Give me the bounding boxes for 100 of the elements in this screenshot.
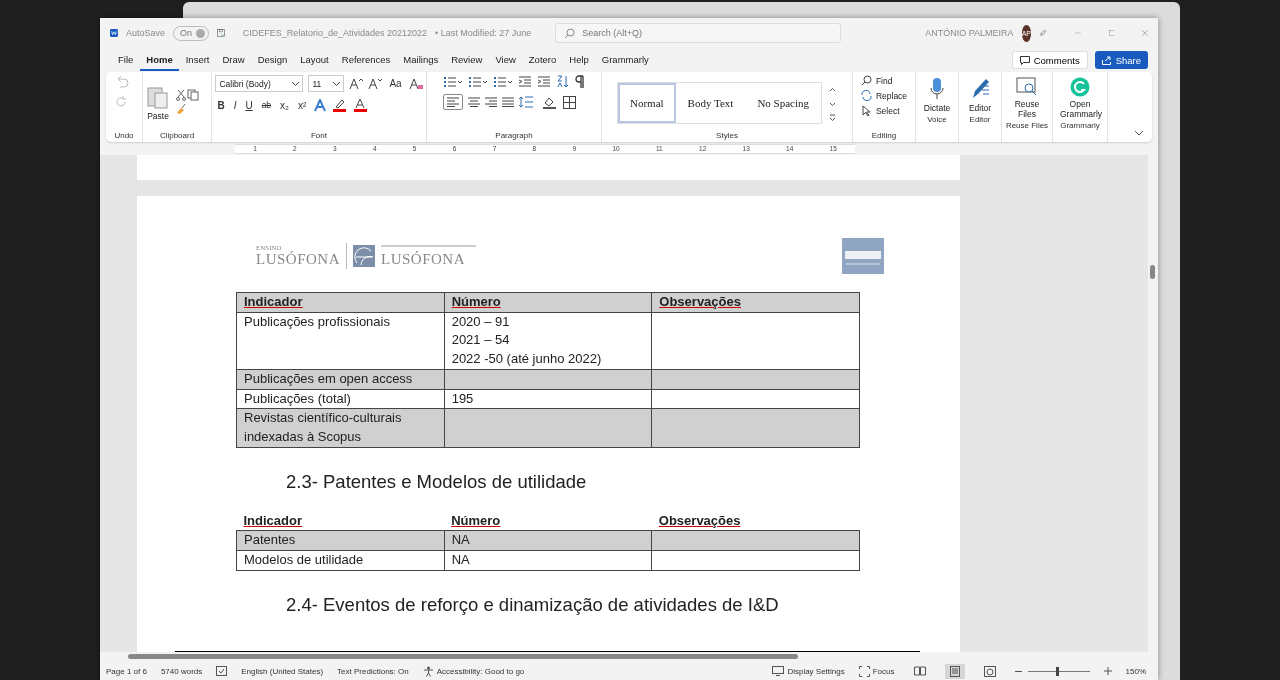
font-size-dropdown[interactable]: 11 [308, 75, 345, 92]
ribbon-tab[interactable]: Mailings [397, 49, 445, 71]
table-cell-line: NA [451, 531, 471, 550]
ribbon-tab[interactable]: Review [445, 49, 489, 71]
numbering-icon[interactable] [468, 75, 488, 88]
column-header: Número [444, 511, 652, 531]
font-name-dropdown[interactable]: Calibri (Body) [215, 75, 304, 92]
reuse-files-button[interactable]: Reuse Files [1007, 75, 1047, 122]
bullets-icon[interactable] [443, 75, 463, 88]
shading-icon[interactable] [542, 95, 558, 109]
display-settings-button[interactable]: Display Settings [772, 666, 845, 676]
table-cell-line: 195 [451, 389, 475, 408]
save-icon[interactable] [216, 26, 225, 40]
editor-button[interactable]: Editor [968, 75, 992, 116]
table-cell: Patentes [236, 530, 445, 551]
cut-icon[interactable] [175, 89, 187, 101]
search-icon [564, 28, 576, 39]
search-field[interactable]: Search (Alt+Q) [555, 23, 842, 43]
chevron-down-icon[interactable] [1134, 130, 1144, 136]
horizontal-scrollbar[interactable] [100, 652, 1158, 662]
table-cell: Publicações em open access [236, 369, 445, 389]
document-title: CIDEFES_Relatorio_de_Atividades 20212022 [242, 28, 427, 38]
italic-button[interactable]: I [231, 99, 239, 111]
print-layout-button[interactable] [944, 663, 965, 679]
font-color-icon[interactable] [353, 98, 370, 112]
autosave-toggle[interactable]: On [172, 25, 209, 41]
comment-icon [1019, 55, 1030, 65]
subscript-button[interactable]: x₂ [278, 99, 291, 111]
zoom-level[interactable]: 150% [1125, 666, 1146, 676]
sort-icon[interactable] [556, 75, 570, 88]
table-cell: Modelos de utilidade [236, 550, 445, 571]
align-left-icon [447, 97, 459, 107]
borders-icon[interactable] [563, 95, 577, 109]
group-label: Editing [871, 131, 897, 140]
shrink-font-icon[interactable] [368, 77, 383, 90]
increase-indent-icon[interactable] [537, 75, 551, 88]
ribbon-tab[interactable]: References [335, 49, 397, 71]
page-count[interactable]: Page 1 of 6 [106, 666, 147, 676]
underline-button[interactable]: U [243, 99, 255, 111]
autosave-label: AutoSave [125, 28, 165, 38]
group-label: Font [311, 131, 327, 140]
slider-thumb[interactable] [1056, 666, 1060, 676]
institution-logo [842, 238, 884, 274]
grow-font-icon[interactable] [349, 77, 364, 90]
group-label: Undo [114, 131, 134, 140]
ribbon-tab[interactable]: Draw [216, 49, 251, 71]
ribbon-tab[interactable]: Help [563, 49, 595, 71]
multilevel-list-icon[interactable] [493, 75, 513, 88]
pilcrow-icon[interactable] [575, 75, 585, 88]
ribbon-tab[interactable]: Design [251, 49, 294, 71]
word-count[interactable]: 5740 words [160, 666, 203, 676]
share-button[interactable]: Share [1094, 51, 1148, 69]
table-cell-line: 2022 -50 (até junho 2022) [451, 350, 603, 369]
ribbon-tab[interactable]: Zotero [522, 49, 563, 71]
table-cell-line: 2021 – 54 [451, 331, 511, 350]
style-option[interactable]: Normal [618, 83, 676, 123]
ribbon-tab[interactable]: Home [140, 49, 179, 71]
ribbon-tab[interactable]: Grammarly [595, 49, 655, 71]
change-case-button[interactable]: Aa [387, 78, 404, 89]
text-predictions-status[interactable]: Text Predictions: On [337, 666, 409, 676]
align-left-button[interactable] [443, 94, 463, 110]
align-right-icon[interactable] [485, 97, 497, 107]
comments-button[interactable]: Comments [1011, 51, 1088, 69]
open-grammarly-button[interactable]: Open Grammarly [1060, 75, 1100, 122]
ribbon-tab[interactable]: File [112, 49, 140, 71]
group-label: Editor [969, 115, 991, 125]
find-button[interactable]: Find [860, 75, 893, 86]
zoom-in-icon[interactable] [1103, 667, 1112, 675]
decrease-indent-icon[interactable] [518, 75, 532, 88]
copy-icon[interactable] [187, 89, 199, 101]
focus-icon [858, 665, 870, 677]
format-painter-icon[interactable] [175, 103, 187, 115]
proofing-icon[interactable] [216, 666, 228, 676]
paste-button[interactable]: Paste [147, 82, 169, 124]
language-status[interactable]: English (United States) [241, 666, 324, 676]
replace-button[interactable]: Replace [860, 90, 908, 101]
text-effects-icon[interactable] [313, 98, 328, 112]
ribbon-tab[interactable]: View [489, 49, 522, 71]
focus-button[interactable]: Focus [858, 665, 895, 677]
table-cell: Revistas científico-culturais indexadas à Scopus [236, 408, 445, 448]
word-app-icon[interactable] [110, 26, 118, 40]
select-button[interactable]: Select [860, 105, 900, 116]
microphone-icon [930, 77, 944, 101]
search-icon [860, 75, 872, 86]
highlighter-icon[interactable] [332, 98, 349, 112]
superscript-button[interactable]: x² [296, 99, 309, 111]
clear-formatting-icon[interactable] [408, 77, 423, 90]
dictate-button[interactable]: Dictate [923, 75, 951, 116]
bold-button[interactable]: B [215, 99, 227, 111]
replace-icon [860, 90, 872, 101]
justify-icon[interactable] [502, 97, 514, 107]
accessibility-status[interactable]: Accessibility: Good to go [422, 665, 525, 677]
ribbon-tab[interactable]: Insert [179, 49, 216, 71]
logo-text: LUSÓFONA [256, 252, 340, 267]
column-header: Indicador [236, 511, 445, 531]
align-center-icon[interactable] [468, 97, 480, 107]
grammarly-icon [1070, 77, 1090, 97]
group-label: Styles [716, 131, 738, 140]
ribbon-tab[interactable]: Layout [294, 49, 335, 71]
strikethrough-button[interactable]: ab [259, 100, 274, 110]
